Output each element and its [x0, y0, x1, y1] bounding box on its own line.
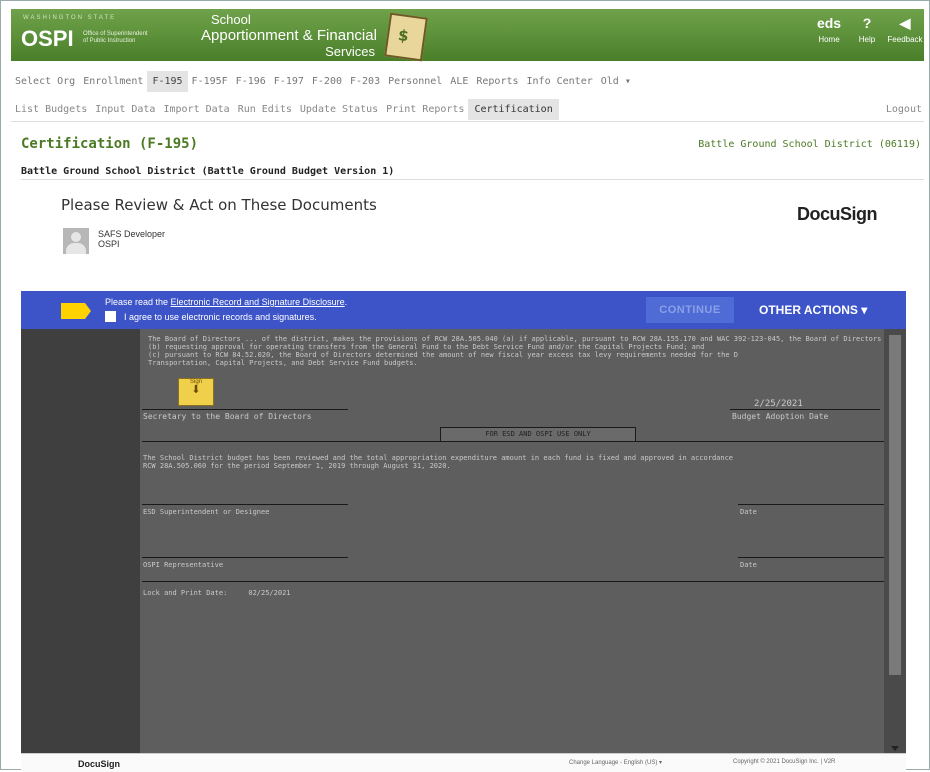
section-header: Battle Ground School District (Battle Gr… [21, 159, 924, 180]
eds-icon: eds [816, 15, 842, 31]
tab-list-budgets[interactable]: List Budgets [11, 104, 91, 115]
disclosure-link[interactable]: Electronic Record and Signature Disclosu… [171, 297, 345, 307]
tab-f197[interactable]: F-197 [270, 76, 308, 87]
esd-ospi-box: FOR ESD AND OSPI USE ONLY [440, 427, 636, 442]
footer-brand: DocuSign [78, 759, 120, 769]
tab-f195f[interactable]: F-195F [188, 76, 232, 87]
app-header: WASHINGTON STATE OSPI Office of Superint… [11, 9, 924, 62]
logout-link[interactable]: Logout [882, 104, 924, 115]
docusign-footer: DocuSign Change Language - English (US) … [21, 753, 906, 772]
page-title: Certification (F-195) [21, 136, 199, 152]
tab-f203[interactable]: F-203 [346, 76, 384, 87]
secondary-tabs: List Budgets Input Data Import Data Run … [11, 97, 924, 122]
copyright: Copyright © 2021 DocuSign Inc. | V2R [733, 759, 836, 765]
tab-input-data[interactable]: Input Data [91, 104, 159, 115]
megaphone-icon: ◀ [899, 15, 911, 31]
review-text: The School District budget has been revi… [143, 454, 734, 470]
bottom-divider [142, 581, 884, 582]
tab-f196[interactable]: F-196 [232, 76, 270, 87]
avatar [63, 228, 89, 254]
lock-print-date: Lock and Print Date: 02/25/2021 [143, 589, 291, 597]
tab-run-edits[interactable]: Run Edits [234, 104, 296, 115]
feedback-label: Feedback [887, 35, 923, 44]
app-title-line-2: Apportionment & Financial [201, 27, 377, 44]
tab-reports[interactable]: Reports [472, 76, 522, 87]
review-heading: Please Review & Act on These Documents [61, 196, 377, 214]
arrow-down-icon: ⬇ [191, 384, 201, 396]
help-icon: ? [862, 15, 872, 31]
ledger-icon: $ [384, 12, 428, 62]
document-viewer: The Board of Directors ... of the distri… [21, 329, 906, 753]
primary-tabs: Select Org Enrollment F-195 F-195F F-196… [11, 69, 924, 93]
ospi-sign-line [142, 557, 348, 558]
flag-tag-icon [61, 303, 91, 319]
tab-print-reports[interactable]: Print Reports [382, 104, 468, 115]
ospi-rep-label: OSPI Representative [143, 561, 224, 569]
agree-label: I agree to use electronic records and si… [124, 311, 317, 322]
esd-superintendent-label: ESD Superintendent or Designee [143, 508, 270, 516]
disclosure-text: Please read the Electronic Record and Si… [105, 297, 347, 307]
esd-date-label: Date [740, 508, 757, 516]
feedback-nav[interactable]: ◀ Feedback [886, 15, 924, 44]
home-label: Home [818, 35, 840, 44]
tab-certification[interactable]: Certification [468, 98, 559, 120]
divider-line [142, 441, 884, 442]
district-label: Battle Ground School District (06119) [698, 139, 921, 150]
secretary-label: Secretary to the Board of Directors [143, 412, 312, 421]
agree-checkbox[interactable] [105, 311, 116, 322]
help-label: Help [858, 35, 876, 44]
disclosure-prefix: Please read the [105, 297, 171, 307]
app-title: School Apportionment & Financial Service… [201, 12, 381, 59]
app-title-line-3: Services [325, 44, 375, 59]
tab-f195[interactable]: F-195 [147, 70, 188, 92]
ospi-subtitle-line-2: of Public Instruction [83, 38, 136, 44]
other-actions-button[interactable]: OTHER ACTIONS ▾ [759, 297, 867, 323]
help-nav[interactable]: ? Help [848, 15, 886, 44]
tab-update-status[interactable]: Update Status [296, 104, 382, 115]
disclosure-suffix: . [344, 297, 348, 307]
document-paragraph: The Board of Directors ... of the distri… [148, 335, 906, 367]
app-title-line-1: School [211, 12, 251, 27]
ospi-date-label: Date [740, 561, 757, 569]
action-bar: Please read the Electronic Record and Si… [21, 291, 906, 329]
adoption-date-label: Budget Adoption Date [732, 412, 829, 421]
document-page: The Board of Directors ... of the distri… [140, 329, 906, 753]
home-nav[interactable]: eds Home [810, 15, 848, 44]
section-title: Battle Ground School District (Battle Gr… [21, 166, 395, 177]
tab-enrollment[interactable]: Enrollment [79, 76, 147, 87]
adoption-date: 2/25/2021 [754, 399, 803, 409]
esd-date-line [738, 504, 884, 505]
ospi-date-line [738, 557, 884, 558]
tab-personnel[interactable]: Personnel [384, 76, 446, 87]
date-line [730, 409, 880, 410]
sender-org: OSPI [98, 239, 120, 249]
ospi-subtitle-line-1: Office of Superintendent [83, 31, 148, 37]
state-label: WASHINGTON STATE [23, 15, 117, 21]
tab-ale[interactable]: ALE [446, 76, 472, 87]
ospi-subtitle: Office of Superintendent of Public Instru… [83, 31, 148, 45]
signature-line [142, 409, 348, 410]
browser-frame: WASHINGTON STATE OSPI Office of Superint… [0, 0, 930, 772]
language-selector[interactable]: Change Language - English (US) ▾ [569, 759, 662, 766]
scrollbar[interactable] [884, 329, 906, 753]
continue-button[interactable]: CONTINUE [646, 297, 734, 323]
sender-info: SAFS Developer OSPI [98, 229, 165, 249]
tab-f200[interactable]: F-200 [308, 76, 346, 87]
ospi-logo[interactable]: OSPI [21, 26, 74, 52]
tab-info-center[interactable]: Info Center [523, 76, 597, 87]
tab-old-dropdown[interactable]: Old ▾ [597, 76, 635, 87]
sign-here-tag[interactable]: Sign ⬇ [178, 378, 214, 406]
docusign-logo: DocuSign [797, 204, 878, 224]
scrollbar-thumb[interactable] [889, 335, 901, 675]
scroll-down-icon[interactable] [891, 746, 899, 751]
esd-sign-line [142, 504, 348, 505]
header-nav: eds Home ? Help ◀ Feedback [810, 15, 924, 44]
tab-select-org[interactable]: Select Org [11, 76, 79, 87]
agree-row: I agree to use electronic records and si… [105, 311, 317, 322]
sender-name: SAFS Developer [98, 229, 166, 239]
tab-import-data[interactable]: Import Data [159, 104, 233, 115]
